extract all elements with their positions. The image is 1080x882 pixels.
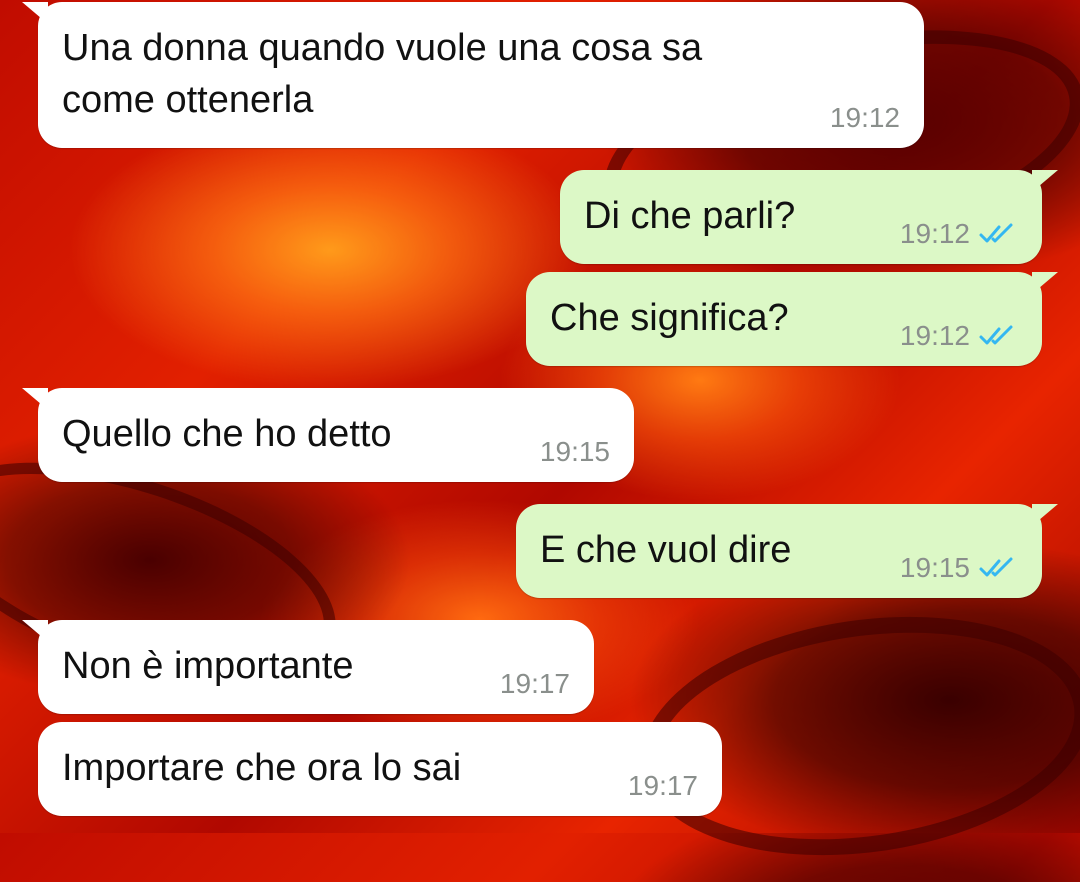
message-text: Quello che ho detto xyxy=(62,413,392,455)
message-meta: 19:15 xyxy=(900,552,1018,584)
message-meta: 19:17 xyxy=(500,668,570,700)
message-time: 19:12 xyxy=(899,320,970,351)
message-meta: 19:12 xyxy=(900,218,1018,250)
message-bubble-incoming[interactable]: Quello che ho detto 19:15 xyxy=(22,388,634,482)
message-meta: 19:15 xyxy=(540,436,610,468)
message-bubble-outgoing[interactable]: E che vuol dire 19:15 xyxy=(516,504,1058,598)
message-meta: 19:17 xyxy=(628,770,698,802)
message-text: Importare che ora lo sai xyxy=(62,747,462,789)
double-check-read-icon xyxy=(979,325,1013,345)
message-time: 19:17 xyxy=(499,668,570,699)
double-check-read-icon xyxy=(979,223,1013,243)
message-bubble-outgoing[interactable]: Che significa? 19:12 xyxy=(526,272,1058,366)
message-text: Che significa? xyxy=(550,297,789,339)
message-meta: 19:12 xyxy=(900,320,1018,352)
message-bubble-incoming[interactable]: Importare che ora lo sai 19:17 xyxy=(38,722,722,816)
message-bubble-outgoing[interactable]: Di che parli? 19:12 xyxy=(560,170,1058,264)
message-text: Una donna quando vuole una cosa sa come … xyxy=(62,27,703,121)
message-time: 19:15 xyxy=(539,436,610,467)
message-text: Non è importante xyxy=(62,645,354,687)
message-time: 19:12 xyxy=(829,102,900,133)
message-meta: 19:12 xyxy=(830,102,900,134)
message-time: 19:12 xyxy=(899,218,970,249)
message-text: E che vuol dire xyxy=(540,529,792,571)
double-check-read-icon xyxy=(979,557,1013,577)
message-bubble-incoming[interactable]: Non è importante 19:17 xyxy=(22,620,594,714)
message-bubble-incoming[interactable]: Una donna quando vuole una cosa sa come … xyxy=(22,2,924,148)
message-text: Di che parli? xyxy=(584,195,796,237)
message-time: 19:15 xyxy=(899,552,970,583)
message-time: 19:17 xyxy=(627,770,698,801)
